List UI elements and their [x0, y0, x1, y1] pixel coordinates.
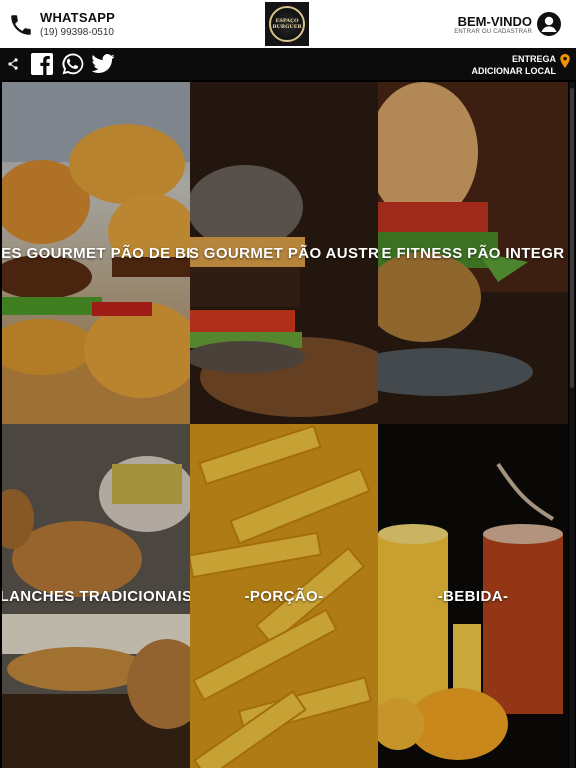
category-label[interactable]: -BEBIDA-	[438, 588, 509, 605]
page-scrollbar[interactable]	[569, 82, 575, 768]
category-tile-traditional[interactable]: LANCHES TRADICIONAIS	[2, 424, 190, 768]
whatsapp-number[interactable]: (19) 99398-0510	[40, 27, 114, 38]
category-label[interactable]: S GOURMET PÃO AUSTR	[190, 245, 378, 262]
share-icon[interactable]	[7, 58, 19, 70]
category-tile-drinks[interactable]: -BEBIDA-	[378, 424, 568, 768]
category-label[interactable]: LANCHES TRADICIONAIS	[2, 588, 190, 605]
login-signup-link[interactable]: ENTRAR OU CADASTRAR	[454, 29, 532, 35]
user-avatar-icon[interactable]	[536, 11, 562, 37]
category-tile-gourmet-austrian[interactable]: S GOURMET PÃO AUSTR	[190, 82, 378, 424]
category-label[interactable]: E FITNESS PÃO INTEGR	[381, 245, 564, 262]
whatsapp-title[interactable]: WHATSAPP	[40, 10, 115, 25]
category-grid: ES GOURMET PÃO DE BI S GOURMET PÃO AUSTR	[2, 82, 568, 768]
twitter-icon[interactable]	[91, 53, 115, 75]
category-tile-portion[interactable]: -PORÇÃO-	[190, 424, 378, 768]
scrollbar-thumb[interactable]	[570, 88, 574, 388]
add-location-link[interactable]: Adicionar Local	[472, 66, 557, 76]
category-label[interactable]: ES GOURMET PÃO DE BI	[2, 245, 190, 262]
category-label[interactable]: -PORÇÃO-	[244, 588, 323, 605]
delivery-label: Entrega	[511, 54, 556, 64]
welcome-title[interactable]: BEM-VINDO	[458, 14, 532, 29]
category-tile-gourmet-brioche[interactable]: ES GOURMET PÃO DE BI	[2, 82, 190, 424]
whatsapp-icon[interactable]	[61, 52, 85, 76]
brand-logo[interactable]: ESPAÇO BURGUER	[265, 2, 309, 46]
phone-icon[interactable]	[8, 12, 34, 38]
top-header: WHATSAPP (19) 99398-0510 ESPAÇO BURGUER B…	[0, 0, 576, 48]
category-tile-fitness[interactable]: E FITNESS PÃO INTEGR	[378, 82, 568, 424]
location-pin-icon[interactable]	[560, 54, 570, 68]
facebook-icon[interactable]	[30, 52, 54, 76]
logo-seal: ESPAÇO BURGUER	[269, 6, 305, 42]
social-bar: Entrega Adicionar Local	[0, 48, 576, 80]
